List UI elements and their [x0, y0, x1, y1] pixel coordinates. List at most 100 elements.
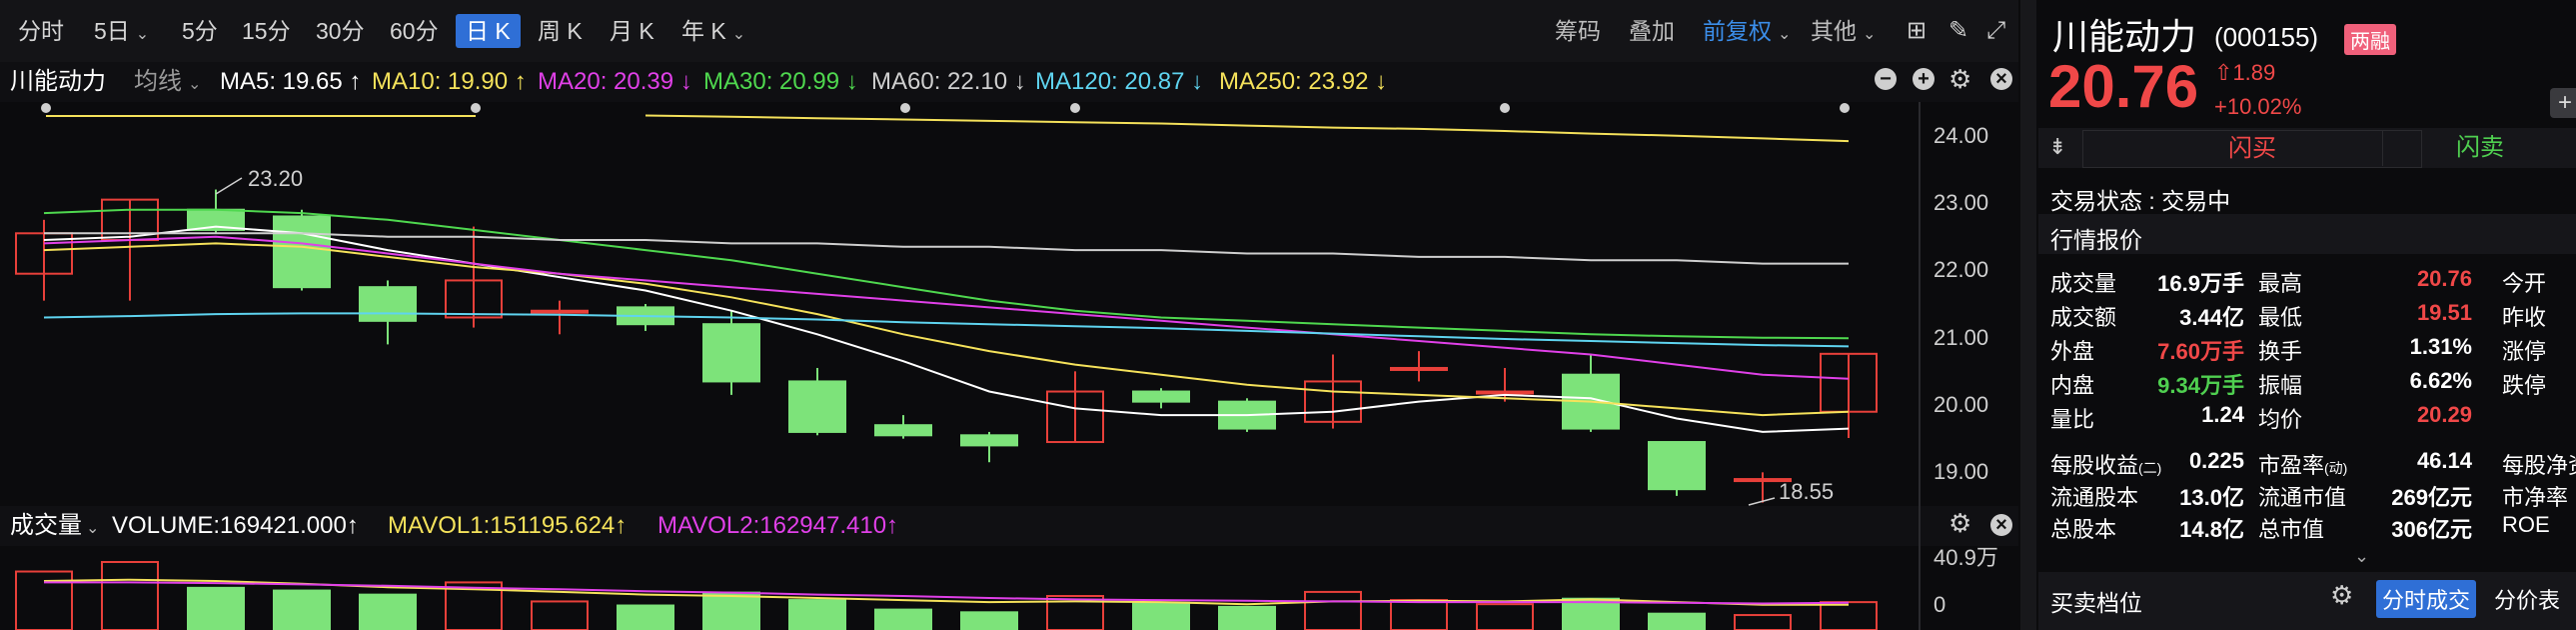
quote-stock-code: (000155) [2214, 22, 2319, 52]
quote-value: 9.34万手 [2157, 373, 2244, 398]
candle-body [531, 309, 589, 314]
gear-icon[interactable]: ⚙ [1948, 508, 1971, 539]
quote-value: 3.44亿 [2179, 305, 2244, 330]
quote-label: 最低 [2258, 305, 2303, 330]
ma-legend-item: MA250: 23.92 ↓ [1219, 68, 1388, 95]
quote-label: 涨停 [2502, 339, 2547, 364]
quote-label: 外盘 [2050, 339, 2095, 364]
volume-bar [1648, 612, 1706, 630]
close-icon[interactable]: × [1990, 68, 2012, 90]
quote-panel: 川能动力 (000155) 两融 20.76 ⇧1.89 +10.02% + ⇟… [2038, 0, 2576, 630]
ma-legend-item: MA30: 20.99 ↓ [703, 68, 858, 95]
gear-icon[interactable]: ⚙ [1948, 64, 1971, 95]
candlestick-chart [15, 103, 1878, 506]
candle-body [874, 424, 932, 437]
quote-label: 最高 [2258, 271, 2303, 296]
mavol2-value: MAVOL2:162947.410↑ [657, 512, 899, 539]
financial-label: 流通市值 [2258, 485, 2347, 510]
timeline-dot [41, 103, 51, 113]
candle-body [788, 380, 846, 433]
financial-label: 市盈率(动) [2258, 453, 2348, 478]
chevron-down-icon[interactable]: ⌄ [2354, 546, 2369, 567]
flash-sell-button[interactable]: 闪卖 [2382, 130, 2576, 166]
financial-value: 0.225 [2188, 448, 2244, 473]
tab-weekly-k[interactable]: 周 K [528, 14, 593, 48]
volume-bar [531, 600, 589, 630]
ma-legend-item: MA5: 19.65 ↑ [220, 68, 362, 95]
quote-label: 成交额 [2050, 305, 2117, 330]
add-watch-icon[interactable]: + [2550, 88, 2576, 118]
financial-value: 306亿元 [2391, 517, 2472, 542]
financial-value: 14.8亿 [2179, 517, 2244, 542]
high-annotation: 23.20 [248, 166, 304, 191]
grid-icon[interactable]: ⊞ [1907, 14, 1927, 48]
orderbook-title: 买卖档位 [2050, 590, 2142, 616]
tab-5min[interactable]: 5分 [172, 14, 228, 48]
ma-line-ma120 [43, 312, 1850, 348]
volume-indicator-dropdown[interactable]: 成交量 ⌄ [10, 511, 99, 544]
timeline-dot [1070, 103, 1080, 113]
tab-15min[interactable]: 15分 [232, 14, 301, 48]
financial-label: 市净率 [2502, 485, 2569, 510]
quote-value: 20.76 [2416, 266, 2472, 291]
quote-label: 今开 [2502, 271, 2547, 296]
financial-value: 46.14 [2416, 448, 2472, 473]
tab-60min[interactable]: 60分 [380, 14, 449, 48]
quote-label: 昨收 [2502, 305, 2547, 330]
quote-label: 均价 [2258, 407, 2303, 432]
quote-change-pct: +10.02% [2214, 94, 2302, 119]
tab-30min[interactable]: 30分 [306, 14, 375, 48]
timeline-dot [471, 103, 481, 113]
candle-body [960, 434, 1018, 447]
line-type-dropdown[interactable]: 均线 ⌄ [134, 67, 201, 100]
margin-badge: 两融 [2344, 24, 2396, 55]
financial-label: ROE [2502, 512, 2550, 537]
financial-label: 每股净资 [2502, 453, 2576, 478]
close-icon[interactable]: × [1990, 514, 2012, 536]
flash-buy-button[interactable]: 闪买 [2082, 130, 2422, 168]
other-dropdown[interactable]: 其他 ⌄ [1811, 14, 1876, 48]
section-title: 行情报价 [2050, 227, 2142, 253]
quote-price: 20.76 [2048, 53, 2199, 120]
quote-label: 成交量 [2050, 271, 2117, 296]
candle-body [702, 323, 760, 383]
timeline-dot [900, 103, 910, 113]
chips-button[interactable]: 筹码 [1555, 14, 1601, 48]
volume-bar [960, 611, 1018, 630]
gear-icon[interactable]: ⚙ [2330, 580, 2353, 611]
collapse-icon[interactable]: ⇟ [2048, 134, 2066, 160]
volume-bar [1734, 614, 1792, 630]
tab-yearly-k[interactable]: 年 K ⌄ [671, 14, 755, 48]
candle-body [1132, 390, 1190, 403]
brush-icon[interactable]: ✎ [1948, 14, 1968, 48]
quote-value: 1.31% [2409, 334, 2472, 359]
tab-price-table[interactable]: 分价表 [2494, 583, 2560, 615]
financial-label: 每股收益(二) [2050, 453, 2162, 478]
volume-bar [1562, 597, 1620, 630]
volume-max-label: 40.9万 [1933, 545, 1998, 570]
volume-bar [187, 586, 245, 630]
tab-tick-trades[interactable]: 分时成交 [2376, 580, 2477, 618]
tab-fenshi[interactable]: 分时 [8, 14, 74, 48]
expand-icon[interactable]: ⤢ [1986, 14, 2005, 48]
price-tick-label: 19.00 [1933, 459, 1989, 485]
tab-5day[interactable]: 5日 ⌄ [84, 14, 159, 48]
candle-body [1390, 366, 1448, 371]
tab-monthly-k[interactable]: 月 K [600, 14, 664, 48]
volume-bar [1820, 601, 1878, 630]
candle-body [359, 286, 417, 322]
volume-bar [1304, 590, 1362, 630]
timeline-dot [1500, 103, 1510, 113]
mavol1-value: MAVOL1:151195.624↑ [388, 512, 628, 539]
quote-value: 20.29 [2416, 402, 2472, 427]
adjust-dropdown[interactable]: 前复权 ⌄ [1703, 14, 1791, 48]
overlay-button[interactable]: 叠加 [1629, 14, 1675, 48]
plus-icon[interactable]: + [1913, 68, 1934, 90]
quote-label: 内盘 [2050, 373, 2095, 398]
volume-bar [1132, 601, 1190, 630]
tab-daily-k[interactable]: 日 K [456, 14, 521, 48]
financial-label: 总股本 [2050, 517, 2117, 542]
candle-body [1648, 441, 1706, 491]
minus-icon[interactable]: − [1875, 68, 1897, 90]
ma-legend-item: MA120: 20.87 ↓ [1035, 68, 1204, 95]
